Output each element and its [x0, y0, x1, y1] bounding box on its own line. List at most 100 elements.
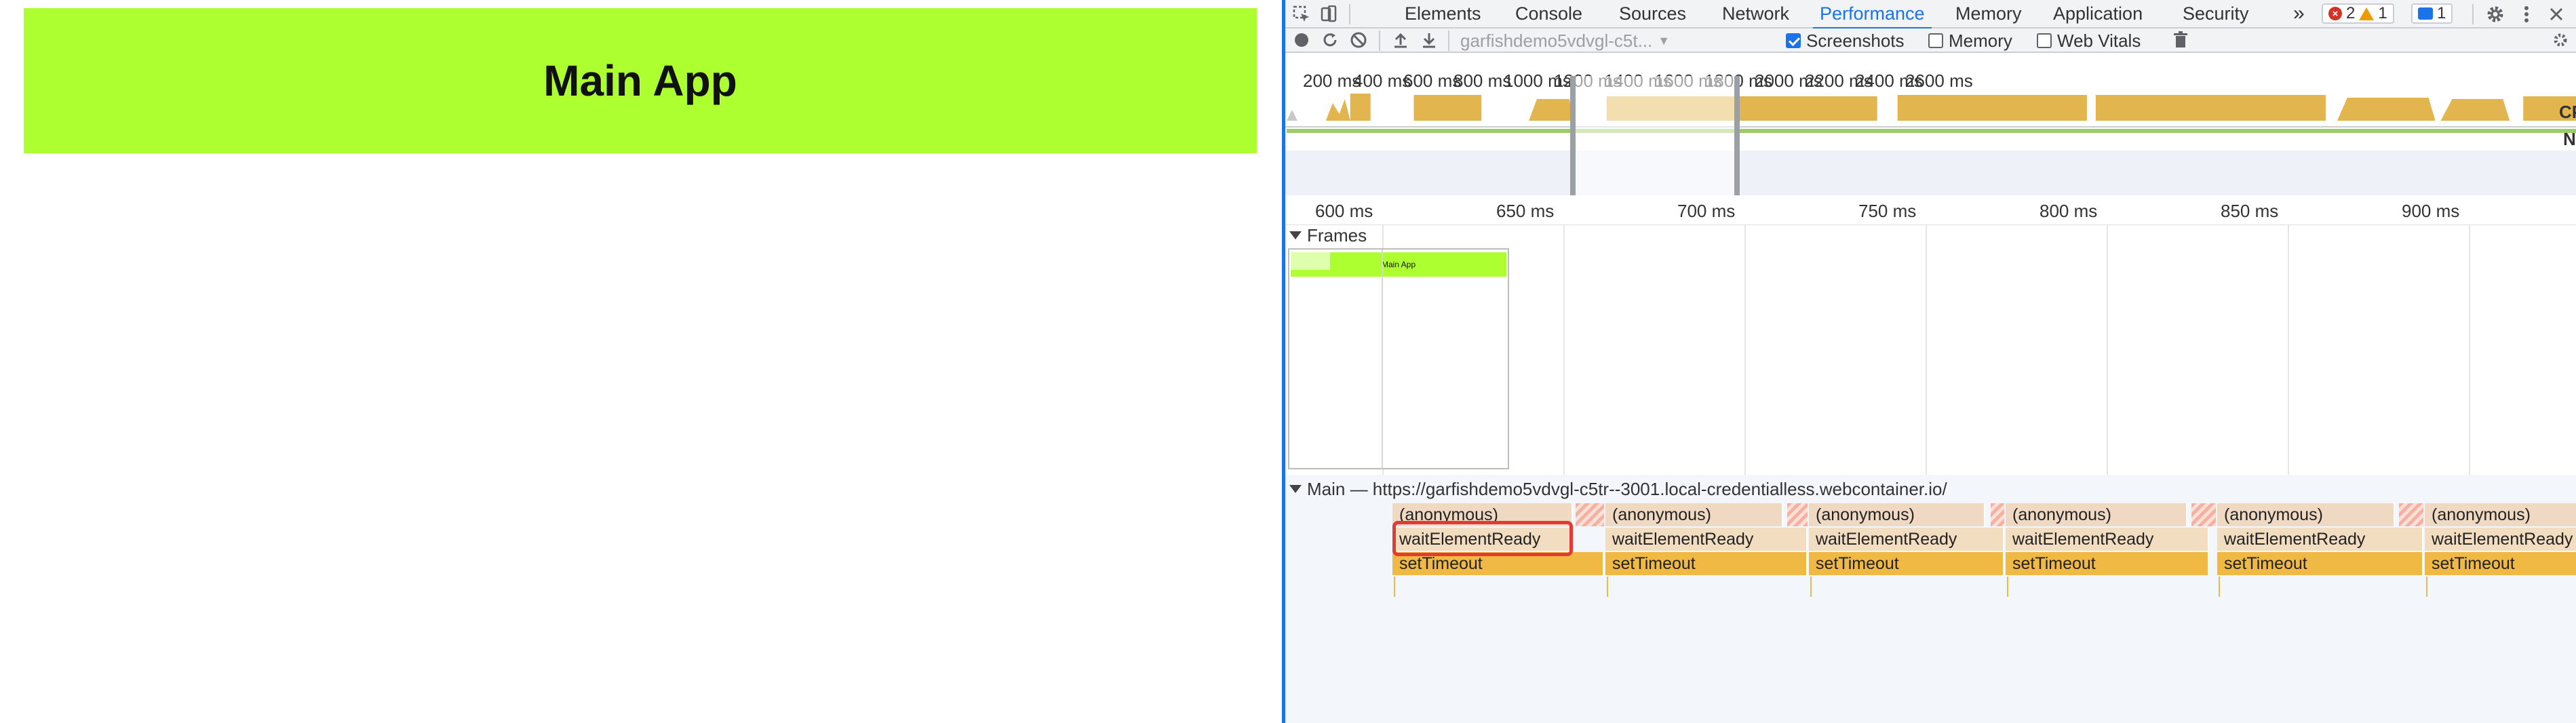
thumbnail-overlay: [1291, 252, 1330, 270]
timeline-ruler[interactable]: 600 ms 650 ms 700 ms 750 ms 800 ms 850 m…: [1285, 195, 2576, 225]
tab-console[interactable]: Console: [1515, 0, 1582, 28]
recording-select[interactable]: garfishdemo5vdvgl-c5t... ▼: [1460, 28, 1670, 53]
reload-record-icon[interactable]: [1318, 28, 1342, 52]
flame-wait-element-ready[interactable]: waitElementReady: [2217, 528, 2423, 551]
performance-toolbar: garfishdemo5vdvgl-c5t... ▼ Screenshots M…: [1285, 28, 2576, 53]
ruler-tick: 850 ms: [2221, 201, 2279, 221]
warning-icon: [2359, 7, 2375, 20]
ruler-tick: 900 ms: [2402, 201, 2460, 221]
tab-elements[interactable]: Elements: [1405, 0, 1481, 28]
inspect-element-icon[interactable]: [1289, 3, 1314, 26]
web-vitals-checkbox[interactable]: [2037, 33, 2052, 48]
messages-counter[interactable]: 1: [2411, 3, 2453, 24]
flame-set-timeout[interactable]: setTimeout: [2006, 552, 2209, 575]
error-count: 2: [2346, 4, 2356, 22]
app-header-banner: Main App: [24, 8, 1257, 153]
overview-cpu-label: CP: [2559, 102, 2576, 122]
long-task-hatch: [1576, 503, 1604, 526]
call-tick: [1394, 577, 1395, 597]
message-icon: [2418, 7, 2433, 20]
long-task-hatch: [1991, 503, 2004, 526]
recording-select-value: garfishdemo5vdvgl-c5t...: [1460, 30, 1653, 51]
ruler-tick: 750 ms: [1858, 201, 1917, 221]
close-devtools-icon[interactable]: [2544, 3, 2569, 26]
frame-screenshot-thumbnail[interactable]: Main App: [1288, 248, 1509, 469]
trash-icon[interactable]: [2168, 28, 2193, 52]
warning-count: 1: [2378, 4, 2387, 22]
overview-tick: 400 ms: [1353, 71, 1411, 91]
flame-wait-element-ready[interactable]: waitElementReady: [1605, 528, 1808, 551]
tab-security[interactable]: Security: [2183, 0, 2249, 28]
download-profile-icon[interactable]: [1417, 28, 1441, 52]
overview-tick: 2600 ms: [1905, 71, 1973, 91]
timeline-overview[interactable]: 200 ms 400 ms 600 ms 800 ms 1000 ms 1200…: [1285, 53, 2576, 195]
long-task-hatch: [2191, 503, 2216, 526]
thumbnail-title: Main App: [1381, 260, 1416, 269]
overview-net-label: N: [2563, 129, 2576, 149]
settings-gear-icon[interactable]: [2483, 3, 2507, 26]
flame-anonymous[interactable]: (anonymous): [2425, 503, 2576, 526]
tab-sources[interactable]: Sources: [1619, 0, 1686, 28]
highlight-annotation: [1392, 521, 1573, 556]
web-vitals-toggle[interactable]: Web Vitals: [2037, 28, 2141, 53]
main-track-header[interactable]: Main — https://garfishdemo5vdvgl-c5tr--3…: [1289, 479, 1947, 499]
device-toolbar-icon[interactable]: [1316, 3, 1341, 26]
record-icon[interactable]: [1289, 28, 1314, 52]
upload-profile-icon[interactable]: [1388, 28, 1413, 52]
ruler-tick: 600 ms: [1315, 201, 1373, 221]
web-vitals-label: Web Vitals: [2057, 30, 2141, 51]
call-tick: [1607, 577, 1608, 597]
flame-anonymous[interactable]: (anonymous): [2006, 503, 2187, 526]
long-task-hatch: [2399, 503, 2423, 526]
tab-performance[interactable]: Performance: [1813, 0, 1932, 30]
kebab-menu-icon[interactable]: [2514, 3, 2539, 26]
ruler-tick: 800 ms: [2040, 201, 2098, 221]
cpu-activity-chart: [1285, 94, 2576, 195]
issues-counter[interactable]: × 2 1: [2322, 3, 2394, 24]
screenshots-checkbox[interactable]: [1786, 33, 1801, 48]
message-count: 1: [2437, 4, 2446, 22]
frames-track-header[interactable]: Frames: [1289, 225, 1367, 246]
overview-tick: 800 ms: [1453, 71, 1512, 91]
screenshots-toggle[interactable]: Screenshots: [1786, 28, 1905, 53]
more-tabs-button[interactable]: »: [2293, 0, 2305, 28]
overview-selection-window[interactable]: [1570, 76, 1740, 195]
flame-anonymous[interactable]: (anonymous): [1809, 503, 1985, 526]
flame-set-timeout[interactable]: setTimeout: [1809, 552, 2004, 575]
flame-set-timeout[interactable]: setTimeout: [2217, 552, 2423, 575]
overview-tick: 200 ms: [1303, 71, 1361, 91]
memory-label: Memory: [1949, 30, 2012, 51]
flame-anonymous[interactable]: (anonymous): [2217, 503, 2395, 526]
call-tick: [1810, 577, 1812, 597]
overview-tick: 600 ms: [1403, 71, 1462, 91]
ruler-tick: 700 ms: [1677, 201, 1736, 221]
screenshots-label: Screenshots: [1806, 30, 1905, 51]
tab-application[interactable]: Application: [2053, 0, 2143, 28]
devtools-panel: Elements Console Sources Network Perform…: [1282, 0, 2576, 723]
capture-settings-icon[interactable]: [2548, 28, 2573, 52]
main-track-label: Main — https://garfishdemo5vdvgl-c5tr--3…: [1307, 478, 1947, 499]
clear-icon[interactable]: [1346, 28, 1371, 52]
tab-network[interactable]: Network: [1722, 0, 1789, 28]
memory-checkbox[interactable]: [1928, 33, 1943, 48]
flame-set-timeout[interactable]: setTimeout: [2425, 552, 2576, 575]
tab-memory[interactable]: Memory: [1955, 0, 2022, 28]
flame-wait-element-ready[interactable]: waitElementReady: [2425, 528, 2576, 551]
chevron-down-icon: ▼: [1658, 33, 1671, 47]
app-title: Main App: [543, 56, 737, 105]
call-tick: [2426, 577, 2427, 597]
flame-set-timeout[interactable]: setTimeout: [1605, 552, 1808, 575]
devtools-tab-bar: Elements Console Sources Network Perform…: [1285, 0, 2576, 30]
flame-wait-element-ready[interactable]: waitElementReady: [1809, 528, 2004, 551]
memory-toggle[interactable]: Memory: [1928, 28, 2012, 53]
call-tick: [2007, 577, 2008, 597]
error-icon: ×: [2328, 7, 2342, 20]
long-task-hatch: [1787, 503, 1808, 526]
collapse-caret-icon[interactable]: [1289, 485, 1302, 493]
collapse-caret-icon[interactable]: [1289, 231, 1302, 239]
ruler-tick: 650 ms: [1496, 201, 1555, 221]
flame-anonymous[interactable]: (anonymous): [1605, 503, 1783, 526]
flame-wait-element-ready[interactable]: waitElementReady: [2006, 528, 2209, 551]
frames-label: Frames: [1307, 224, 1367, 246]
app-page: Main App: [0, 0, 1282, 723]
